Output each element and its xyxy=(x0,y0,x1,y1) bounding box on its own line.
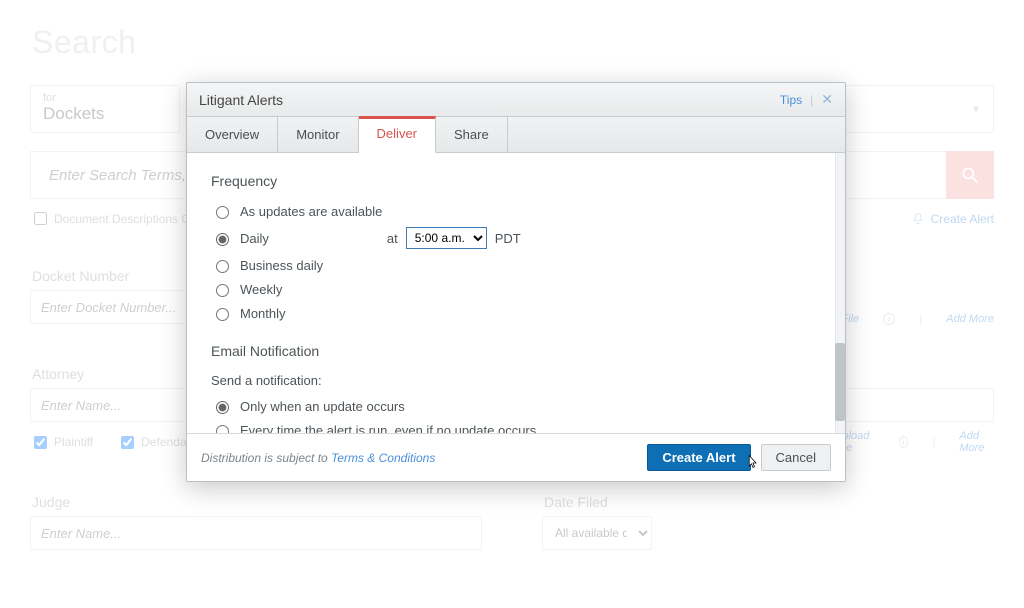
modal-title: Litigant Alerts xyxy=(199,92,283,108)
tab-monitor[interactable]: Monitor xyxy=(278,117,358,152)
search-icon xyxy=(960,165,980,185)
tab-overview[interactable]: Overview xyxy=(187,117,278,152)
bell-icon xyxy=(911,212,925,226)
create-alert-label: Create Alert xyxy=(931,212,994,226)
email-only-update[interactable]: Only when an update occurs xyxy=(211,398,821,414)
terms-link[interactable]: Terms & Conditions xyxy=(331,451,435,465)
freq-as-updates[interactable]: As updates are available xyxy=(211,203,821,219)
page-title: Search xyxy=(32,24,994,61)
email-heading: Email Notification xyxy=(211,343,821,359)
send-notification-label: Send a notification: xyxy=(211,373,821,388)
modal-tabs: Overview Monitor Deliver Share xyxy=(187,117,845,153)
litigant-alerts-modal: Litigant Alerts Tips | ✕ Overview Monito… xyxy=(186,82,846,482)
freq-tz: PDT xyxy=(495,231,521,246)
info-icon[interactable]: i xyxy=(883,313,895,325)
tab-deliver[interactable]: Deliver xyxy=(359,116,436,153)
modal-header-separator: | xyxy=(810,93,813,107)
modal-tips-link[interactable]: Tips xyxy=(780,93,802,107)
cancel-button[interactable]: Cancel xyxy=(761,444,831,471)
email-radio-group: Only when an update occurs Every time th… xyxy=(211,398,821,433)
for-dropdown[interactable]: for Dockets xyxy=(30,85,180,133)
tab-share[interactable]: Share xyxy=(436,117,508,152)
frequency-heading: Frequency xyxy=(211,173,821,189)
attorney-defendant-checkbox[interactable]: Defendant xyxy=(117,433,196,452)
freq-monthly[interactable]: Monthly xyxy=(211,305,821,321)
create-alert-button[interactable]: Create Alert xyxy=(647,444,750,471)
attorney-plaintiff-checkbox[interactable]: Plaintiff xyxy=(30,433,93,452)
modal-body: Frequency As updates are available Daily… xyxy=(187,153,845,433)
link-separator: | xyxy=(919,312,922,326)
freq-time-select[interactable]: 5:00 a.m. xyxy=(406,227,487,249)
judge-input[interactable] xyxy=(30,516,482,550)
freq-at-label: at xyxy=(387,231,398,246)
judge-label: Judge xyxy=(32,494,482,510)
date-filed-select[interactable]: All available dates xyxy=(542,516,652,550)
search-button[interactable] xyxy=(946,151,994,199)
dist-prefix: Distribution is subject to xyxy=(201,451,331,465)
close-icon[interactable]: ✕ xyxy=(821,91,833,108)
add-more-link-right[interactable]: Add More xyxy=(959,430,994,454)
date-filed-label: Date Filed xyxy=(544,494,994,510)
frequency-radio-group: As updates are available Daily at 5:00 a… xyxy=(211,203,821,321)
for-label: for xyxy=(43,92,167,104)
modal-header: Litigant Alerts Tips | ✕ xyxy=(187,83,845,117)
freq-daily[interactable]: Daily xyxy=(211,230,269,246)
modal-footer: Distribution is subject to Terms & Condi… xyxy=(187,433,845,481)
email-every-time[interactable]: Every time the alert is run, even if no … xyxy=(211,422,821,433)
modal-scrollbar[interactable] xyxy=(835,153,845,433)
freq-business-daily[interactable]: Business daily xyxy=(211,257,821,273)
for-value: Dockets xyxy=(43,104,167,124)
doc-desc-only-input[interactable] xyxy=(34,212,47,225)
add-more-link[interactable]: Add More xyxy=(946,313,994,325)
info-icon[interactable]: i xyxy=(899,436,908,448)
create-alert-link[interactable]: Create Alert xyxy=(911,212,994,226)
chevron-down-icon: ▾ xyxy=(973,102,979,116)
modal-scroll-thumb[interactable] xyxy=(835,343,845,421)
freq-weekly[interactable]: Weekly xyxy=(211,281,821,297)
